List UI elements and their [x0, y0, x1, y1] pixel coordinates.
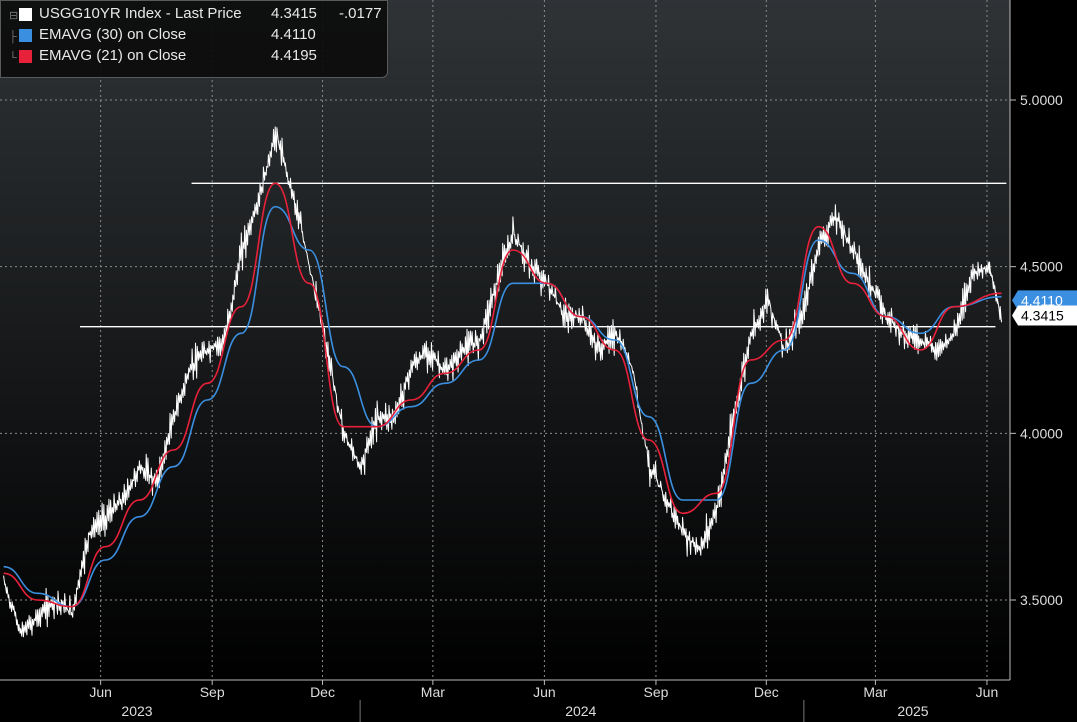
x-year-label: 2023 — [121, 703, 152, 719]
tree-branch-end-icon: └ — [9, 52, 17, 64]
legend-swatch-main — [19, 8, 32, 21]
legend-swatch-ema21 — [19, 50, 32, 63]
legend-label-main: USGG10YR Index - Last Price — [39, 5, 242, 22]
plot-background — [0, 0, 1010, 680]
x-tick-label: Jun — [533, 684, 556, 700]
x-tick-label: Jun — [976, 684, 999, 700]
price-tags: 4.41104.3415 — [1012, 290, 1077, 326]
y-tick-label: 4.0000 — [1020, 425, 1063, 441]
y-tick-label: 3.5000 — [1020, 592, 1063, 608]
x-tick-label: Sep — [200, 684, 225, 700]
legend-value-ema21: 4.4195 — [271, 47, 317, 64]
x-tick-label: Jun — [89, 684, 112, 700]
grid — [0, 0, 1010, 680]
legend-value-main: 4.3415 — [271, 5, 317, 22]
x-tick-label: Dec — [310, 684, 335, 700]
legend: ⊟ USGG10YR Index - Last Price 4.3415 -.0… — [0, 0, 388, 78]
tree-collapse-icon[interactable]: ⊟ — [9, 6, 18, 26]
chart-stage: 5.0000 4.5000 4.0000 3.5000 Jun Sep Dec Mar Jun S… — [0, 0, 1077, 722]
last-price-tag-label: 4.3415 — [1021, 308, 1064, 324]
last-price-tag: 4.3415 — [1012, 305, 1077, 326]
x-tick-label: Sep — [643, 684, 668, 700]
legend-swatch-ema30 — [19, 29, 32, 42]
legend-label-ema30: EMAVG (30) on Close — [39, 26, 187, 43]
y-tick-label: 5.0000 — [1020, 92, 1063, 108]
x-tick-label: Mar — [863, 684, 887, 700]
y-tick-label: 4.5000 — [1020, 259, 1063, 275]
legend-change-main: -.0177 — [339, 5, 382, 22]
chart-svg: 5.0000 4.5000 4.0000 3.5000 Jun Sep Dec Mar Jun S… — [0, 0, 1077, 722]
x-year-label: 2025 — [897, 703, 928, 719]
legend-value-ema30: 4.4110 — [271, 26, 316, 43]
x-year-label: 2024 — [565, 703, 596, 719]
legend-label-ema21: EMAVG (21) on Close — [39, 47, 187, 64]
x-tick-label: Dec — [754, 684, 779, 700]
tree-branch-icon: ├ — [9, 31, 17, 43]
x-tick-label: Mar — [421, 684, 445, 700]
